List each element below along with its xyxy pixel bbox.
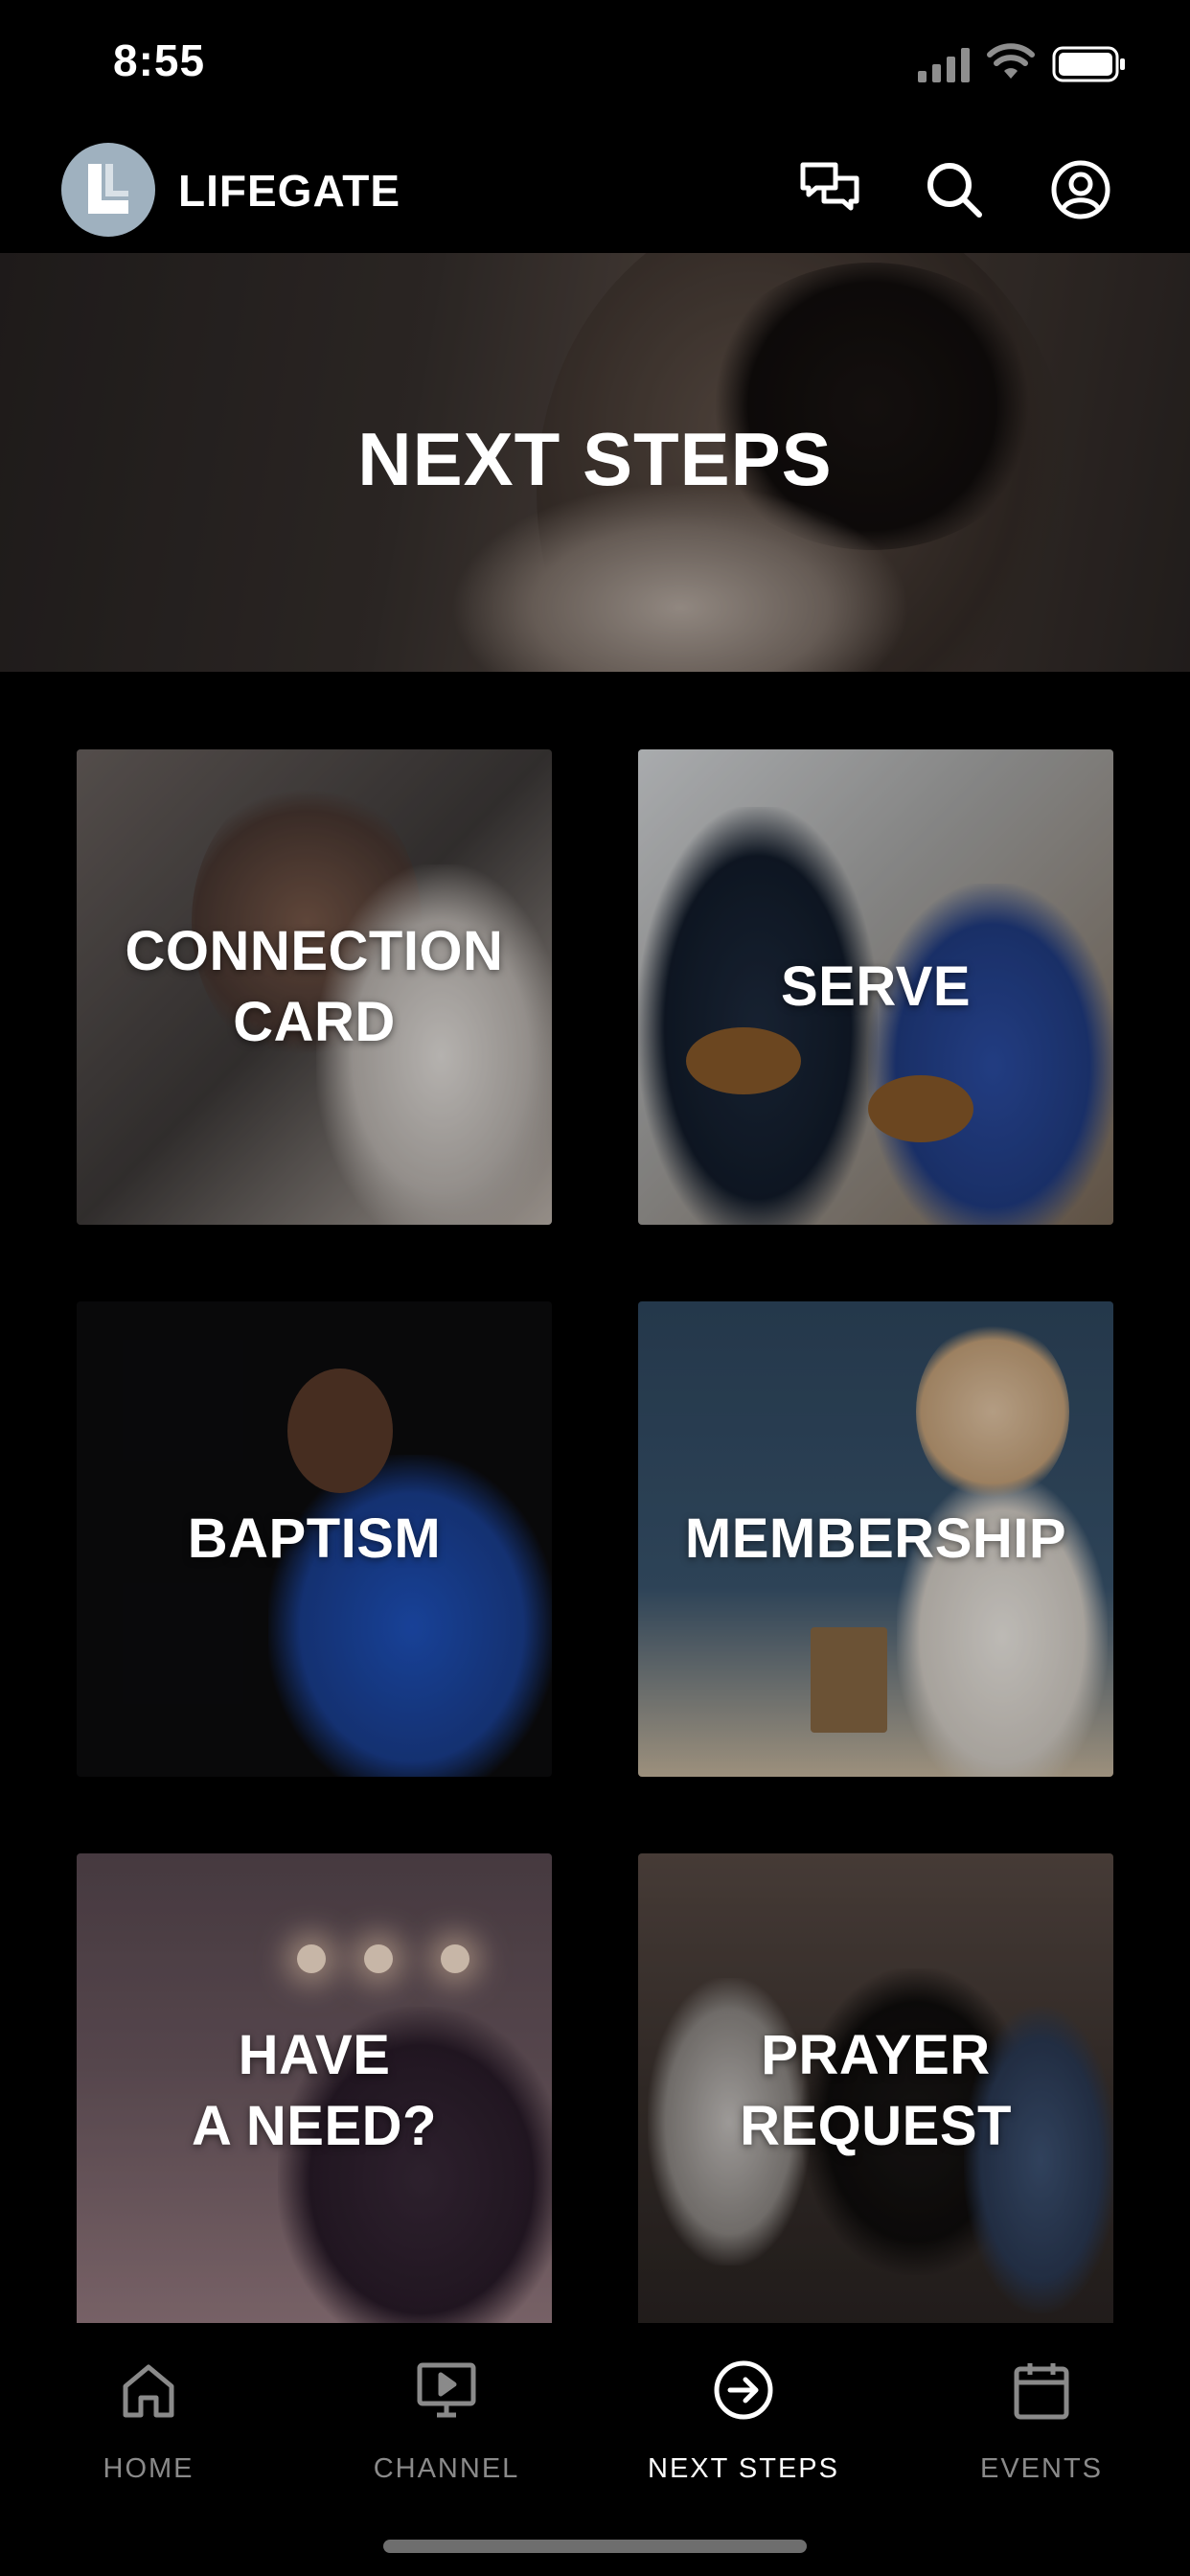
lifegate-logo-icon[interactable] (61, 143, 155, 237)
wifi-icon (987, 43, 1035, 79)
tile-label: SERVE (780, 955, 972, 1018)
tile-membership[interactable]: MEMBERSHIP (638, 1301, 1113, 1777)
app-title: LIFEGATE (178, 166, 401, 216)
tile-prayer-request[interactable]: PRAYER REQUEST (638, 1853, 1113, 2329)
status-time: 8:55 (113, 35, 206, 85)
calendar-icon (1014, 2363, 1069, 2420)
nav-item-channel[interactable]: CHANNEL (327, 2323, 566, 2496)
tile-serve[interactable]: SERVE (638, 749, 1113, 1225)
cellular-signal-icon (918, 48, 970, 82)
battery-icon (1052, 46, 1125, 82)
account-icon (1051, 160, 1110, 219)
tile-label: PRAYER REQUEST (740, 2024, 1012, 2157)
nav-label-home: HOME (103, 2453, 195, 2484)
tile-baptism[interactable]: BAPTISM (77, 1301, 552, 1777)
nav-label-channel: CHANNEL (373, 2453, 520, 2484)
status-bar: 8:55 (0, 0, 1190, 126)
home-icon (123, 2364, 174, 2418)
chat-button[interactable] (797, 157, 862, 222)
app-screen: 8:55 LIFEGATE NEXT STEPS CONNECTION CARD… (0, 0, 1190, 2576)
account-button[interactable] (1048, 157, 1113, 222)
search-button[interactable] (922, 157, 987, 222)
home-indicator[interactable] (383, 2540, 807, 2553)
nav-item-home[interactable]: HOME (29, 2323, 268, 2496)
search-icon (927, 163, 982, 218)
tv-icon (417, 2362, 476, 2418)
nav-item-events[interactable]: EVENTS (922, 2323, 1161, 2496)
tile-label: HAVE A NEED? (192, 2024, 437, 2157)
hero-title: NEXT STEPS (357, 417, 833, 501)
bottom-nav: HOME CHANNEL NEXT STEPS EVENTS (0, 2323, 1190, 2515)
tile-connection-card[interactable]: CONNECTION CARD (77, 749, 552, 1225)
arrow-circle-right-icon (714, 2360, 773, 2420)
app-header: LIFEGATE (0, 134, 1190, 253)
nav-label-events: EVENTS (979, 2453, 1104, 2484)
hero-banner: NEXT STEPS (0, 253, 1190, 672)
tile-have-a-need[interactable]: HAVE A NEED? (77, 1853, 552, 2329)
tile-label: MEMBERSHIP (684, 1507, 1067, 1570)
nav-item-next-steps[interactable]: NEXT STEPS (624, 2323, 863, 2496)
tile-label: BAPTISM (187, 1507, 442, 1570)
tile-label: CONNECTION CARD (125, 920, 504, 1053)
chat-icon (800, 162, 859, 211)
nav-label-next-steps: NEXT STEPS (648, 2453, 839, 2484)
